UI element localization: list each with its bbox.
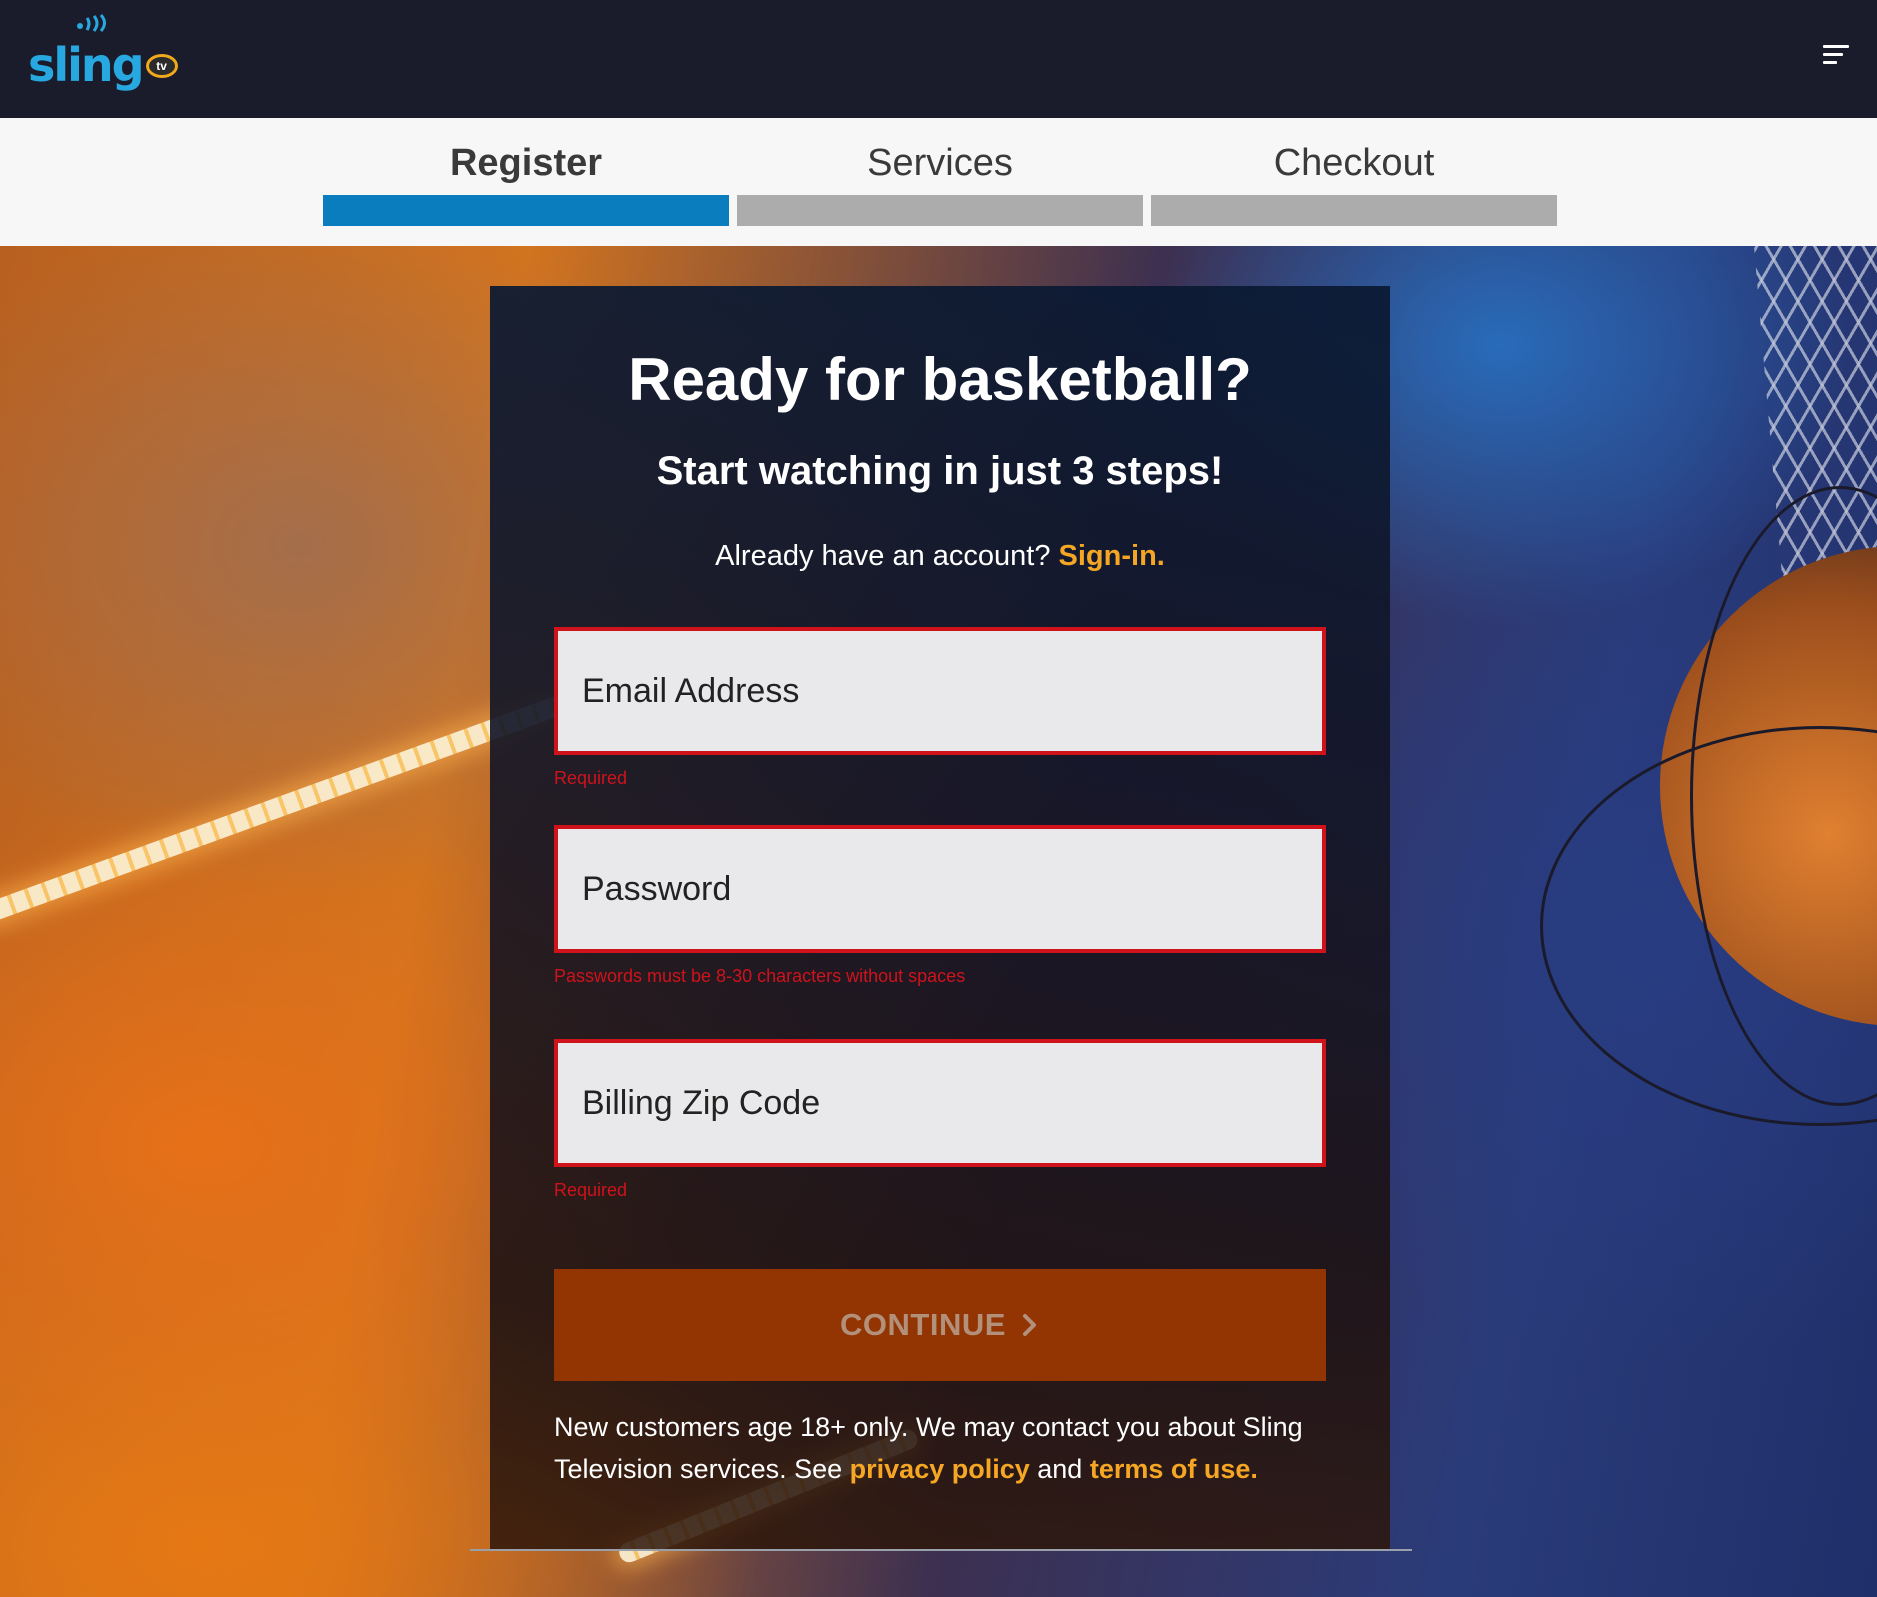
privacy-policy-link[interactable]: privacy policy [850, 1454, 1030, 1484]
light-streak [0, 694, 567, 926]
disclaimer-and: and [1037, 1454, 1083, 1484]
page-title: Ready for basketball? [628, 346, 1252, 413]
zip-code-input[interactable] [558, 1043, 1322, 1163]
hamburger-menu-icon[interactable] [1823, 45, 1849, 67]
step-progress-bar [323, 195, 729, 226]
step-checkout: Checkout [1151, 118, 1557, 246]
password-error: Passwords must be 8-30 characters withou… [554, 966, 966, 986]
step-label: Services [867, 142, 1013, 184]
continue-label: CONTINUE [840, 1307, 1006, 1342]
progress-steps: Register Services Checkout [0, 118, 1877, 246]
card-divider [470, 1549, 1412, 1551]
email-error: Required [554, 768, 628, 788]
step-progress-bar [737, 195, 1143, 226]
email-input[interactable] [558, 631, 1322, 751]
email-field[interactable] [554, 627, 1326, 755]
zip-code-error: Required [554, 1180, 628, 1200]
step-services: Services [737, 118, 1143, 246]
page-subtitle: Start watching in just 3 steps! [656, 449, 1224, 493]
signin-prompt-text: Already have an account? [715, 540, 1051, 572]
signin-prompt: Already have an account? Sign-in. [490, 536, 1390, 576]
step-label: Checkout [1273, 142, 1435, 184]
step-register: Register [323, 118, 729, 246]
sling-tv-logo[interactable]: sling tv [28, 14, 178, 92]
registration-card: Ready for basketball? Start watching in … [490, 286, 1390, 1549]
legal-disclaimer: New customers age 18+ only. We may conta… [554, 1406, 1334, 1490]
zip-code-field[interactable] [554, 1039, 1326, 1167]
logo-wordmark: sling [28, 38, 145, 92]
basketball-image [1540, 486, 1877, 1126]
top-navigation-bar: sling tv [0, 0, 1877, 118]
signin-link[interactable]: Sign-in. [1059, 540, 1165, 572]
step-progress-bar [1151, 195, 1557, 226]
logo-tv-badge: tv [145, 54, 178, 78]
terms-of-use-link[interactable]: terms of use. [1090, 1454, 1258, 1484]
chevron-right-icon [1022, 1314, 1036, 1336]
signal-waves-icon [77, 14, 106, 32]
continue-button[interactable]: CONTINUE [554, 1269, 1326, 1381]
step-label: Register [449, 142, 603, 184]
password-field[interactable] [554, 825, 1326, 953]
password-input[interactable] [558, 829, 1322, 949]
